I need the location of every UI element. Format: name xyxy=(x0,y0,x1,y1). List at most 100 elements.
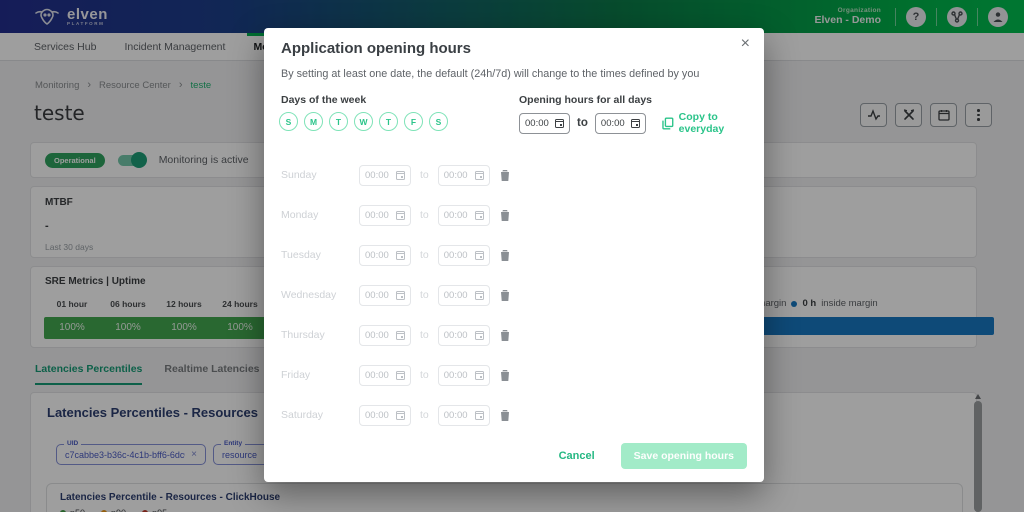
calendar-icon xyxy=(475,331,484,340)
modal-subtitle: By setting at least one date, the defaul… xyxy=(281,68,699,80)
copy-to-everyday-button[interactable]: Copy to everyday xyxy=(662,111,764,135)
all-days-to-input[interactable]: 00:00 xyxy=(595,113,646,134)
day-row-thursday: Thursday 00:00 to 00:00 xyxy=(281,324,510,346)
to-label: to xyxy=(419,409,430,421)
time-value: 00:00 xyxy=(444,410,468,421)
day-row-sunday: Sunday 00:00 to 00:00 xyxy=(281,164,510,186)
delete-row-button[interactable] xyxy=(500,409,510,421)
calendar-icon xyxy=(475,211,484,220)
calendar-icon xyxy=(396,411,405,420)
time-value: 00:00 xyxy=(365,330,389,341)
day-label: Thursday xyxy=(281,329,359,341)
weekday-tuesday[interactable]: T xyxy=(329,112,348,131)
time-value: 00:00 xyxy=(444,330,468,341)
day-row-monday: Monday 00:00 to 00:00 xyxy=(281,204,510,226)
calendar-icon xyxy=(396,291,405,300)
day-label: Sunday xyxy=(281,169,359,181)
from-time-input[interactable]: 00:00 xyxy=(359,205,411,226)
days-of-week-label: Days of the week xyxy=(281,94,366,106)
to-time-input[interactable]: 00:00 xyxy=(438,325,490,346)
close-icon[interactable] xyxy=(741,36,750,52)
time-value: 00:00 xyxy=(365,170,389,181)
from-time-input[interactable]: 00:00 xyxy=(359,325,411,346)
calendar-icon xyxy=(475,171,484,180)
day-label: Friday xyxy=(281,369,359,381)
time-value: 00:00 xyxy=(444,170,468,181)
modal-footer: Cancel Save opening hours xyxy=(559,443,747,469)
delete-row-button[interactable] xyxy=(500,369,510,381)
to-time-input[interactable]: 00:00 xyxy=(438,205,490,226)
opening-hours-label: Opening hours for all days xyxy=(519,94,652,106)
delete-row-button[interactable] xyxy=(500,329,510,341)
all-days-from-input[interactable]: 00:00 xyxy=(519,113,570,134)
calendar-icon xyxy=(631,119,640,128)
to-time-input[interactable]: 00:00 xyxy=(438,285,490,306)
calendar-icon xyxy=(396,171,405,180)
delete-row-button[interactable] xyxy=(500,209,510,221)
time-value: 00:00 xyxy=(365,370,389,381)
cancel-button[interactable]: Cancel xyxy=(559,450,595,462)
day-row-tuesday: Tuesday 00:00 to 00:00 xyxy=(281,244,510,266)
calendar-icon xyxy=(475,291,484,300)
calendar-icon xyxy=(555,119,564,128)
time-value: 00:00 xyxy=(525,118,549,129)
delete-row-button[interactable] xyxy=(500,249,510,261)
calendar-icon xyxy=(475,371,484,380)
to-label: to xyxy=(419,249,430,261)
to-time-input[interactable]: 00:00 xyxy=(438,405,490,426)
trash-icon xyxy=(500,409,510,421)
time-value: 00:00 xyxy=(444,250,468,261)
day-row-wednesday: Wednesday 00:00 to 00:00 xyxy=(281,284,510,306)
calendar-icon xyxy=(396,371,405,380)
day-row-friday: Friday 00:00 to 00:00 xyxy=(281,364,510,386)
weekday-wednesday[interactable]: W xyxy=(354,112,373,131)
from-time-input[interactable]: 00:00 xyxy=(359,165,411,186)
weekday-thursday[interactable]: T xyxy=(379,112,398,131)
calendar-icon xyxy=(396,331,405,340)
from-time-input[interactable]: 00:00 xyxy=(359,285,411,306)
copy-icon xyxy=(662,117,674,130)
delete-row-button[interactable] xyxy=(500,289,510,301)
time-value: 00:00 xyxy=(365,250,389,261)
calendar-icon xyxy=(475,251,484,260)
day-label: Tuesday xyxy=(281,249,359,261)
from-time-input[interactable]: 00:00 xyxy=(359,365,411,386)
to-label: to xyxy=(419,209,430,221)
weekday-monday[interactable]: M xyxy=(304,112,323,131)
to-label: to xyxy=(576,117,589,129)
day-label: Saturday xyxy=(281,409,359,421)
copy-label: Copy to everyday xyxy=(679,111,764,135)
to-time-input[interactable]: 00:00 xyxy=(438,365,490,386)
time-value: 00:00 xyxy=(365,290,389,301)
from-time-input[interactable]: 00:00 xyxy=(359,245,411,266)
trash-icon xyxy=(500,249,510,261)
trash-icon xyxy=(500,329,510,341)
day-label: Monday xyxy=(281,209,359,221)
time-value: 00:00 xyxy=(444,290,468,301)
time-value: 00:00 xyxy=(365,410,389,421)
from-time-input[interactable]: 00:00 xyxy=(359,405,411,426)
calendar-icon xyxy=(396,211,405,220)
all-days-hours-row: 00:00 to 00:00 Copy to everyday xyxy=(519,111,764,135)
weekday-selector: S M T W T F S xyxy=(279,112,448,131)
to-label: to xyxy=(419,289,430,301)
save-opening-hours-button[interactable]: Save opening hours xyxy=(621,443,747,469)
trash-icon xyxy=(500,369,510,381)
weekday-sunday[interactable]: S xyxy=(279,112,298,131)
trash-icon xyxy=(500,209,510,221)
day-label: Wednesday xyxy=(281,289,359,301)
screen: elven PLATFORM Organization Elven - Demo xyxy=(0,0,1024,512)
to-time-input[interactable]: 00:00 xyxy=(438,245,490,266)
time-value: 00:00 xyxy=(365,210,389,221)
time-value: 00:00 xyxy=(601,118,625,129)
to-time-input[interactable]: 00:00 xyxy=(438,165,490,186)
to-label: to xyxy=(419,369,430,381)
weekday-friday[interactable]: F xyxy=(404,112,423,131)
to-label: to xyxy=(419,169,430,181)
opening-hours-modal: Application opening hours By setting at … xyxy=(264,28,764,482)
calendar-icon xyxy=(475,411,484,420)
trash-icon xyxy=(500,169,510,181)
weekday-saturday[interactable]: S xyxy=(429,112,448,131)
modal-title: Application opening hours xyxy=(281,40,471,57)
delete-row-button[interactable] xyxy=(500,169,510,181)
